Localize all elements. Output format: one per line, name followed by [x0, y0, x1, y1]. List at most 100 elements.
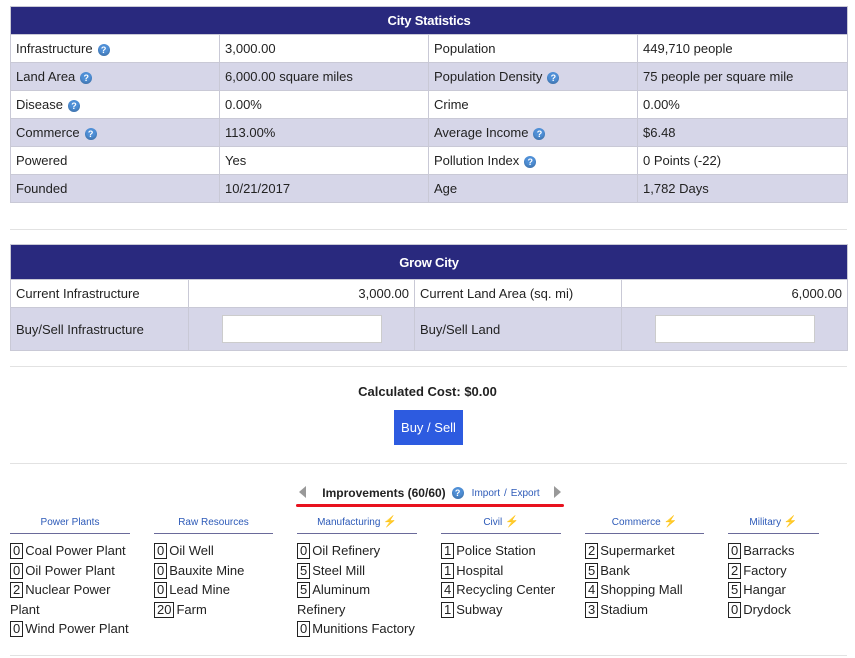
help-icon[interactable]: ?: [547, 71, 560, 84]
category-civil: Civil ⚡ 1 Police Station 1 Hospital 4 Recyc…: [441, 515, 561, 619]
stat-label: Disease: [16, 97, 63, 112]
category-title: Civil: [483, 517, 503, 528]
stat-value: 113.00%: [219, 118, 429, 147]
stat-value: 0.00%: [219, 90, 429, 119]
item-name: Oil Well: [169, 543, 214, 558]
list-item: 0 Lead Mine: [154, 580, 273, 600]
item-name: Hangar: [743, 582, 786, 597]
list-item: 0 Oil Well: [154, 541, 273, 561]
export-link[interactable]: Export: [511, 488, 540, 499]
stat-value: 1,782 Days: [636, 174, 849, 203]
stat-label: Pollution Index: [434, 153, 520, 168]
list-item: 20 Farm: [154, 600, 273, 620]
stat-row-disease: Disease? 0.00% Crime 0.00%: [10, 90, 849, 119]
grow-row-current: Current Infrastructure 3,000.00 Current …: [10, 279, 849, 308]
category-manufacturing: Manufacturing ⚡ 0 Oil Refinery 5 Steel Mil…: [297, 515, 417, 639]
item-name: Bauxite Mine: [169, 562, 245, 578]
category-commerce: Commerce ⚡ 2 Supermarket 5 Bank 4 Shopping …: [585, 515, 704, 619]
lightning-bolt-icon: ⚡: [783, 516, 798, 528]
help-icon[interactable]: ?: [80, 71, 93, 84]
item-name: Supermarket: [600, 543, 675, 558]
item-count: 5: [297, 562, 311, 579]
item-count: 0: [728, 543, 742, 559]
item-count: 1: [441, 601, 455, 618]
stat-value: 449,710 people: [636, 34, 849, 63]
active-underline: [296, 504, 564, 507]
category-title: Military: [749, 517, 782, 528]
list-item: 0 Coal Power Plant: [10, 541, 130, 561]
list-item: 5 Bank: [585, 561, 704, 581]
stat-value: 0.00%: [636, 90, 849, 119]
list-item: 5 Hangar: [728, 580, 819, 600]
previous-arrow-icon[interactable]: [299, 486, 306, 498]
stat-row-land-area: Land Area? 6,000.00 square miles Populat…: [10, 62, 849, 91]
buy-sell-infrastructure-input[interactable]: [221, 315, 382, 343]
lightning-bolt-icon: ⚡: [383, 516, 397, 528]
help-icon[interactable]: ?: [97, 43, 110, 56]
list-item: 0 Bauxite Mine: [154, 561, 273, 581]
list-item: 0 Barracks: [728, 541, 819, 561]
item-name: Lead Mine: [169, 582, 230, 597]
stat-label: Infrastructure: [16, 41, 93, 56]
lightning-bolt-icon: ⚡: [663, 516, 678, 528]
help-icon[interactable]: ?: [84, 127, 97, 140]
item-name: Stadium: [600, 601, 648, 617]
item-name: Steel Mill: [312, 562, 365, 578]
divider: [10, 655, 847, 656]
list-item: 1 Police Station: [441, 541, 561, 561]
buy-sell-land-input[interactable]: [654, 315, 815, 343]
stat-label: Powered: [10, 146, 220, 175]
list-item: 2 Nuclear Power Plant: [10, 580, 130, 619]
current-land-value: 6,000.00: [620, 279, 849, 308]
item-count: 5: [728, 582, 742, 598]
stat-value: $6.48: [636, 118, 849, 147]
next-arrow-icon[interactable]: [554, 486, 561, 498]
item-count: 0: [154, 562, 168, 579]
import-link[interactable]: Import: [472, 488, 500, 499]
category-title: Manufacturing: [317, 517, 381, 528]
list-item: 0 Munitions Factory: [297, 619, 417, 639]
stat-label: Land Area: [16, 69, 76, 84]
item-name: Oil Power Plant: [25, 562, 115, 578]
link-separator: /: [504, 487, 507, 499]
calculated-cost: Calculated Cost: $0.00: [358, 384, 497, 399]
stat-value: 75 people per square mile: [636, 62, 849, 91]
item-count: 3: [585, 601, 599, 618]
help-icon[interactable]: ?: [524, 155, 537, 168]
item-name: Munitions Factory: [312, 621, 415, 636]
buy-sell-button[interactable]: Buy / Sell: [394, 410, 463, 445]
grow-city-title: Grow City: [9, 244, 849, 280]
lightning-bolt-icon: ⚡: [504, 516, 519, 528]
stat-label: Crime: [428, 90, 638, 119]
stat-value: 10/21/2017: [219, 174, 429, 203]
stat-label: Age: [428, 174, 638, 203]
category-raw-resources: Raw Resources 0 Oil Well 0 Bauxite Mine 0L…: [154, 515, 273, 619]
item-count: 5: [297, 582, 311, 598]
item-count: 0: [10, 621, 24, 637]
stat-row-infrastructure: Infrastructure? 3,000.00 Population 449,…: [10, 34, 849, 63]
stat-label: Average Income: [434, 125, 529, 140]
help-icon[interactable]: ?: [67, 99, 80, 112]
stat-value: 0 Points (-22): [636, 146, 849, 175]
item-name: Coal Power Plant: [25, 543, 126, 558]
divider: [10, 463, 847, 464]
item-count: 2: [585, 543, 599, 559]
current-land-label: Current Land Area (sq. mi): [414, 279, 622, 308]
stat-label: Population: [428, 34, 638, 63]
buy-sell-land-label: Buy/Sell Land: [414, 307, 622, 351]
grow-city-table: Grow City Current Infrastructure 3,000.0…: [9, 244, 849, 351]
stat-label: Commerce: [16, 125, 80, 140]
divider: [10, 229, 847, 230]
list-item: 5 Aluminum Refinery: [297, 580, 417, 619]
item-count: 0: [297, 543, 311, 559]
item-name: Wind Power Plant: [25, 621, 129, 636]
help-icon[interactable]: ?: [533, 127, 546, 140]
category-title: Commerce: [611, 517, 661, 528]
list-item: 0 Wind Power Plant: [10, 619, 130, 639]
help-icon[interactable]: ?: [451, 487, 464, 499]
grow-row-buy-sell: Buy/Sell Infrastructure Buy/Sell Land: [10, 307, 849, 351]
category-title: Raw Resources: [178, 517, 249, 528]
stat-row-powered: Powered Yes Pollution Index? 0 Points (-…: [10, 146, 849, 175]
item-name: Oil Refinery: [312, 543, 381, 558]
current-infrastructure-label: Current Infrastructure: [10, 279, 189, 308]
